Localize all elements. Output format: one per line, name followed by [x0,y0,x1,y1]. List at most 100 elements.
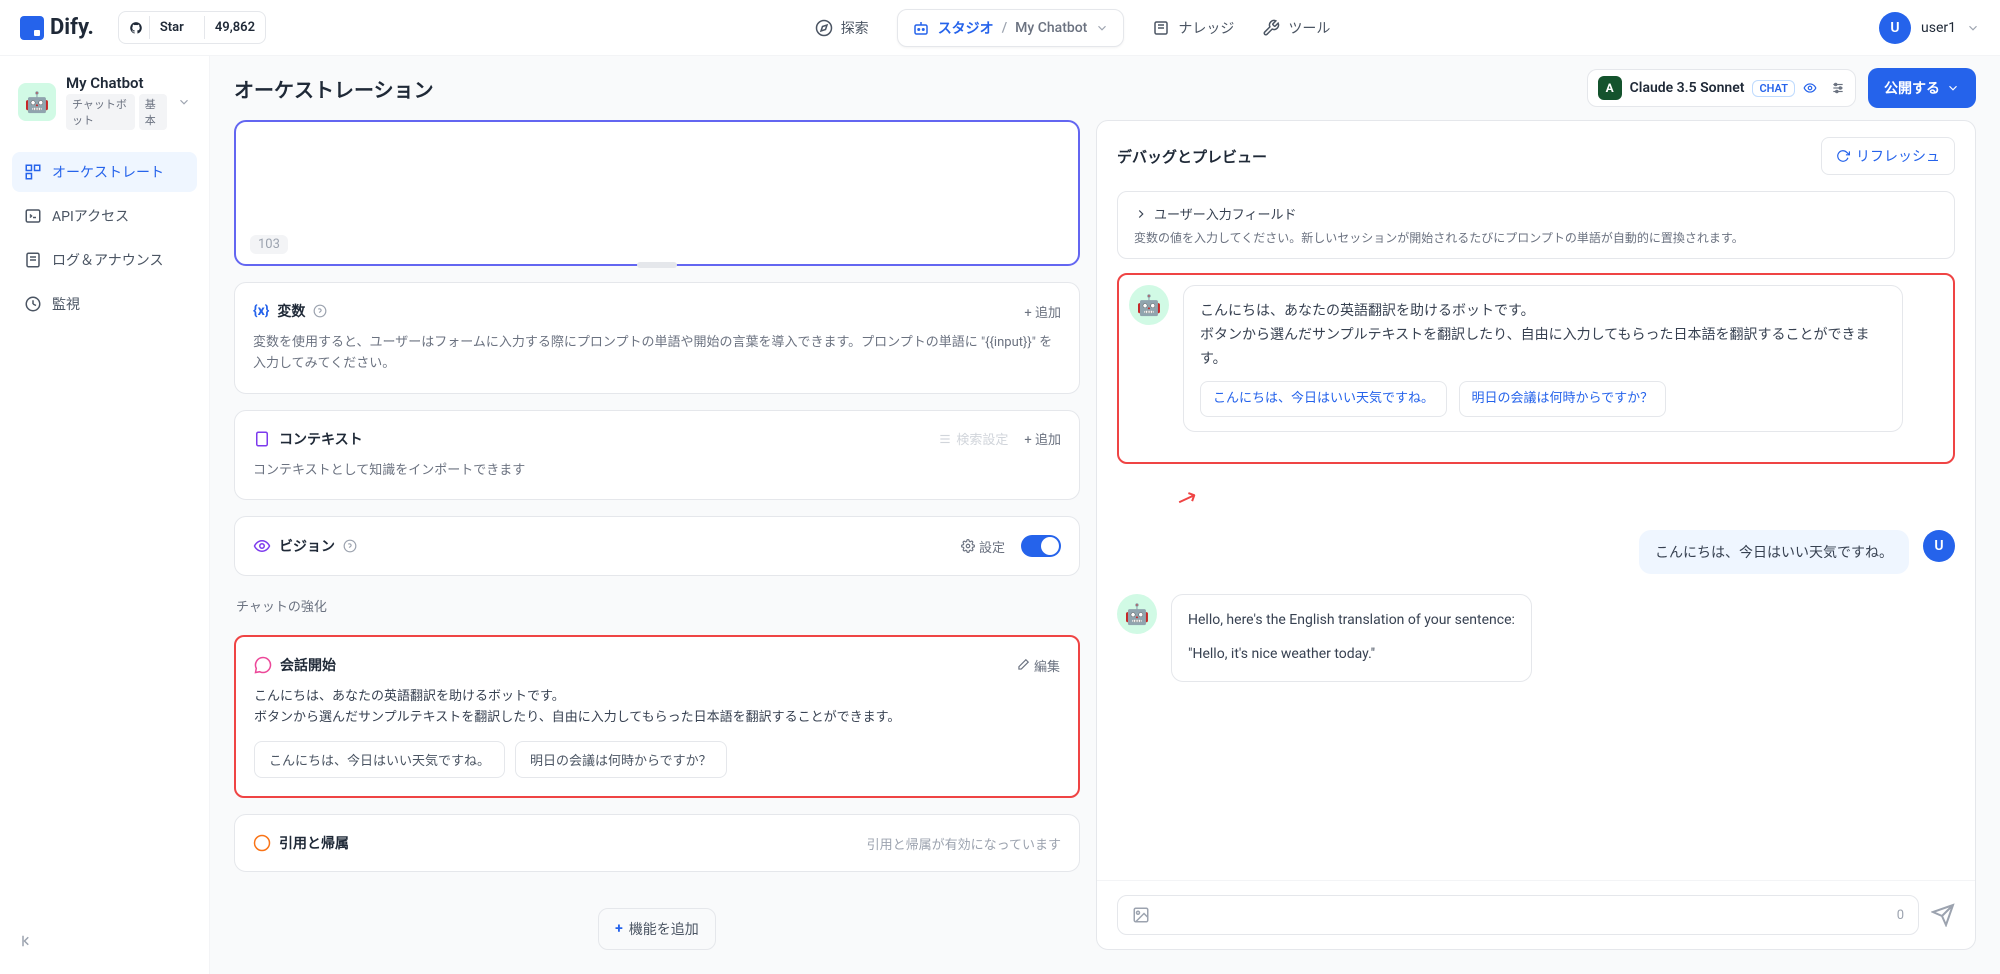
vision-title: ビジョン [279,536,335,556]
chevron-right-icon [1134,207,1148,221]
bot-avatar: 🤖 [1117,594,1157,634]
vision-toggle[interactable] [1021,535,1061,557]
nav-knowledge-label: ナレッジ [1178,18,1234,38]
robot-icon [912,19,930,37]
add-feature-label: 機能を追加 [629,919,699,939]
search-settings-link[interactable]: 検索設定 [956,429,1008,448]
context-desc: コンテキストとして知識をインポートできます [253,461,1061,482]
sidebar-item-logs[interactable]: ログ＆アナウンス [12,240,197,280]
bot-greeting-text: こんにちは、あなたの英語翻訳を助けるボットです。 ボタンから選んだサンプルテキス… [1200,300,1886,371]
opener-edit-link[interactable]: 編集 [1034,656,1060,675]
add-context-link[interactable]: + 追加 [1024,429,1061,448]
chevron-down-icon [1095,21,1109,35]
chat-input[interactable]: 0 [1117,895,1919,935]
sidebar-item-api[interactable]: APIアクセス [12,196,197,236]
user-message: こんにちは、今日はいい天気ですね。 [1639,530,1909,574]
app-tag: チャットボット [66,94,135,130]
help-icon[interactable] [313,304,327,318]
vision-settings-link[interactable]: 設定 [979,537,1005,556]
terminal-icon [24,207,42,225]
context-card: コンテキスト 検索設定 + 追加 コンテキストとして知識をインポートできます [234,410,1080,501]
settings-icon [938,432,952,446]
sidebar-label: APIアクセス [52,206,129,226]
resize-handle[interactable] [637,262,677,268]
compass-icon [815,19,833,37]
chevron-down-icon[interactable] [177,95,191,109]
nav-tools[interactable]: ツール [1262,18,1330,38]
opener-card: 会話開始 編集 こんにちは、あなたの英語翻訳を助けるボットです。 ボタンから選ん… [234,635,1080,798]
nav-knowledge[interactable]: ナレッジ [1152,18,1234,38]
model-name: Claude 3.5 Sonnet [1630,80,1745,96]
vision-card: ビジョン 設定 [234,516,1080,576]
github-star[interactable]: Star 49,862 [118,11,266,44]
annotation-highlight: 🤖 こんにちは、あなたの英語翻訳を助けるボットです。 ボタンから選んだサンプルテ… [1117,273,1955,464]
nav-current-app: My Chatbot [1015,20,1087,36]
add-variable-link[interactable]: + 追加 [1024,302,1061,321]
bot-reply-text-1: Hello, here's the English translation of… [1188,609,1515,633]
book-icon [1152,19,1170,37]
nav-studio[interactable]: スタジオ / My Chatbot [897,9,1125,47]
suggestion-chip[interactable]: こんにちは、今日はいい天気ですね。 [1200,381,1447,417]
input-vars-desc: 変数の値を入力してください。新しいセッションが開始されるたびにプロンプトの単語が… [1134,229,1938,246]
add-feature-button[interactable]: + 機能を追加 [598,908,716,950]
prompt-editor[interactable]: 103 [234,120,1080,266]
chevron-down-icon [1946,81,1960,95]
refresh-button[interactable]: リフレッシュ [1821,137,1955,175]
opener-title: 会話開始 [280,655,336,675]
sliders-icon[interactable] [1831,81,1845,95]
document-icon [253,430,271,448]
send-icon[interactable] [1931,903,1955,927]
nav-studio-label: スタジオ [938,18,994,38]
publish-button[interactable]: 公開する [1868,68,1976,108]
context-title: コンテキスト [279,429,363,449]
chevron-down-icon [1966,21,1980,35]
github-star-count: 49,862 [204,16,265,39]
nav-tools-label: ツール [1288,18,1330,38]
opener-chip[interactable]: こんにちは、今日はいい天気ですね。 [254,741,505,778]
user-avatar: U [1879,12,1911,44]
tool-icon [1262,19,1280,37]
breadcrumb-separator: / [1002,20,1007,36]
plus-icon: + [615,921,623,937]
anthropic-icon: A [1598,76,1622,100]
logo-text: Dify. [50,15,94,40]
refresh-label: リフレッシュ [1856,146,1940,166]
app-icon: 🤖 [18,83,56,121]
model-selector[interactable]: A Claude 3.5 Sonnet CHAT [1587,69,1856,107]
suggestion-chip[interactable]: 明日の会議は何時からですか？ [1459,381,1667,417]
gear-icon[interactable] [961,539,975,553]
bot-reply-text-2: "Hello, it's nice weather today." [1188,643,1515,667]
input-vars-card[interactable]: ユーザー入力フィールド 変数の値を入力してください。新しいセッションが開始される… [1117,191,1955,259]
collapse-icon[interactable] [20,932,38,950]
nav-explore[interactable]: 探索 [815,18,869,38]
image-icon[interactable] [1132,906,1150,924]
logo[interactable]: Dify. [20,15,94,40]
quote-icon [253,834,271,852]
user-menu[interactable]: U user1 [1879,12,1980,44]
citation-card: 引用と帰属 引用と帰属が有効になっています [234,814,1080,872]
sidebar-app-header[interactable]: 🤖 My Chatbot チャットボット 基本 [12,68,197,136]
sidebar-item-overview[interactable]: 監視 [12,284,197,324]
sidebar-label: オーケストレート [52,162,164,182]
top-nav: Dify. Star 49,862 探索 スタジオ / My Chatbot ナ… [0,0,2000,56]
variables-desc: 変数を使用すると、ユーザーはフォームに入力する際にプロンプトの単語や開始の言葉を… [253,333,1061,375]
eye-icon [253,537,271,555]
variables-card: {x} 変数 + 追加 変数を使用すると、ユーザーはフォームに入力する際にプロン… [234,282,1080,394]
prompt-char-count: 103 [250,235,288,254]
app-title: My Chatbot [66,74,167,92]
help-icon[interactable] [343,539,357,553]
page-title: オーケストレーション [234,74,434,103]
user-name: user1 [1921,20,1956,36]
input-counter: 0 [1897,908,1904,923]
github-star-label: Star [149,16,194,39]
refresh-icon [1836,149,1850,163]
pencil-icon[interactable] [1016,658,1030,672]
chat-bubble-icon [254,656,272,674]
nav-explore-label: 探索 [841,18,869,38]
opener-chip[interactable]: 明日の会議は何時からですか？ [515,741,727,778]
sidebar-item-orchestrate[interactable]: オーケストレート [12,152,197,192]
chat-enhance-label: チャットの強化 [234,592,1080,619]
user-avatar: U [1923,530,1955,562]
logo-icon [20,16,44,40]
bot-message: こんにちは、あなたの英語翻訳を助けるボットです。 ボタンから選んだサンプルテキス… [1183,285,1903,432]
